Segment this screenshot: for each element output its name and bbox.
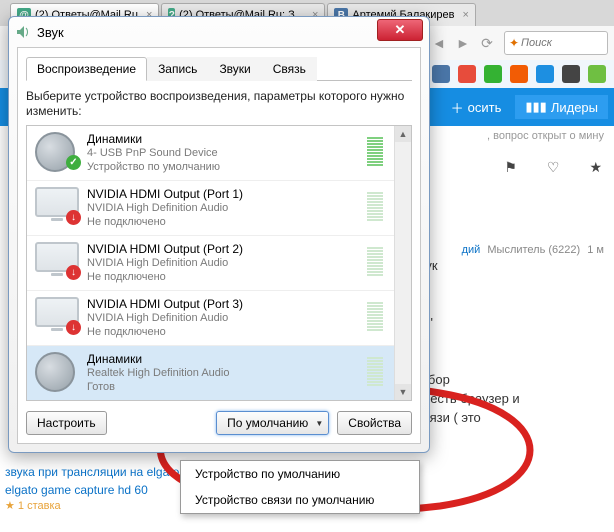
device-driver: NVIDIA High Definition Audio: [87, 201, 243, 215]
device-name: NVIDIA HDMI Output (Port 2): [87, 242, 243, 256]
like-heart-icon[interactable]: ♡: [547, 158, 560, 177]
dialog-hint: Выберите устройство воспроизведения, пар…: [26, 89, 412, 119]
dropdown-item[interactable]: Устройство связи по умолчанию: [181, 487, 419, 513]
speaker-icon: ✓: [35, 132, 79, 168]
device-status: Устройство по умолчанию: [87, 160, 220, 174]
leaders-button[interactable]: ▮▮▮ Лидеры: [515, 95, 608, 119]
device-name: Динамики: [87, 352, 229, 366]
device-status: Готов: [87, 380, 229, 394]
speaker-icon: [35, 352, 79, 388]
device-name: NVIDIA HDMI Output (Port 1): [87, 187, 243, 201]
answerer-rank: Мыслитель: [487, 244, 545, 256]
dialog-tab[interactable]: Запись: [147, 57, 208, 81]
level-meter-icon: [367, 297, 383, 331]
answerer-score: (6222): [548, 244, 580, 256]
bookmark-flag-icon[interactable]: ⚑: [504, 158, 517, 177]
leaders-label: Лидеры: [551, 100, 598, 115]
device-driver: 4- USB PnP Sound Device: [87, 146, 220, 160]
answerer-link[interactable]: дий: [462, 244, 481, 256]
speaker-icon: [15, 24, 31, 40]
ask-label: осить: [468, 100, 502, 115]
tab-close-icon[interactable]: ×: [462, 9, 468, 21]
properties-button[interactable]: Свойства: [337, 411, 412, 435]
device-list[interactable]: ✓ Динамики 4- USB PnP Sound Device Устро…: [26, 125, 412, 401]
device-item[interactable]: ↓ NVIDIA HDMI Output (Port 3) NVIDIA Hig…: [27, 291, 411, 346]
configure-button[interactable]: Настроить: [26, 411, 107, 435]
bookmark-icon[interactable]: [588, 65, 606, 83]
device-driver: Realtek High Definition Audio: [87, 366, 229, 380]
default-dropdown-menu: Устройство по умолчаниюУстройство связи …: [180, 460, 420, 514]
dialog-tab[interactable]: Связь: [262, 57, 317, 81]
dialog-titlebar[interactable]: Звук ✕: [9, 17, 429, 47]
bookmark-icon[interactable]: [432, 65, 450, 83]
level-meter-icon: [367, 187, 383, 221]
bookmark-icon[interactable]: [562, 65, 580, 83]
device-name: Динамики: [87, 132, 220, 146]
search-icon: ✦: [509, 36, 519, 50]
device-driver: NVIDIA High Definition Audio: [87, 311, 243, 325]
answer-meta: дий Мыслитель (6222) 1 м: [462, 244, 604, 256]
monitor-icon: ↓: [35, 242, 79, 278]
dropdown-item[interactable]: Устройство по умолчанию: [181, 461, 419, 487]
device-item[interactable]: ↓ NVIDIA HDMI Output (Port 2) NVIDIA Hig…: [27, 236, 411, 291]
scroll-down-icon[interactable]: ▼: [395, 384, 411, 400]
dialog-tab[interactable]: Звуки: [208, 57, 261, 81]
dialog-title: Звук: [37, 25, 64, 40]
device-status: Не подключено: [87, 325, 243, 339]
monitor-icon: ↓: [35, 187, 79, 223]
sound-dialog: Звук ✕ ВоспроизведениеЗаписьЗвукиСвязь В…: [8, 16, 430, 453]
device-item[interactable]: ↓ NVIDIA HDMI Output (Port 1) NVIDIA Hig…: [27, 181, 411, 236]
device-status: Не подключено: [87, 215, 243, 229]
device-item[interactable]: Динамики Realtek High Definition Audio Г…: [27, 346, 411, 401]
browser-search[interactable]: ✦: [504, 31, 608, 55]
bookmark-icon[interactable]: [458, 65, 476, 83]
level-meter-icon: [367, 132, 383, 166]
nav-back-button[interactable]: ◄: [428, 32, 450, 54]
level-meter-icon: [367, 242, 383, 276]
search-input[interactable]: [519, 36, 603, 50]
ask-button[interactable]: ＋ осить: [441, 94, 512, 121]
chart-icon: ▮▮▮: [525, 99, 546, 115]
set-default-button[interactable]: По умолчанию: [216, 411, 329, 435]
device-item[interactable]: ✓ Динамики 4- USB PnP Sound Device Устро…: [27, 126, 411, 181]
reload-button[interactable]: ⟳: [476, 32, 498, 54]
scrollbar[interactable]: ▲ ▼: [394, 126, 411, 400]
question-status: , вопрос открыт о мину: [487, 130, 604, 142]
dialog-tabs: ВоспроизведениеЗаписьЗвукиСвязь: [26, 56, 412, 81]
plus-icon: ＋: [451, 98, 464, 117]
device-status: Не подключено: [87, 270, 243, 284]
answerer-time: 1 м: [587, 244, 604, 256]
dialog-tab[interactable]: Воспроизведение: [26, 57, 147, 81]
scroll-up-icon[interactable]: ▲: [395, 126, 411, 142]
star-icon[interactable]: ★: [589, 158, 602, 177]
bookmark-icon[interactable]: [484, 65, 502, 83]
nav-forward-button[interactable]: ►: [452, 32, 474, 54]
bookmark-icon[interactable]: [510, 65, 528, 83]
level-meter-icon: [367, 352, 383, 386]
close-button[interactable]: ✕: [377, 19, 423, 41]
bookmark-icon[interactable]: [536, 65, 554, 83]
device-name: NVIDIA HDMI Output (Port 3): [87, 297, 243, 311]
device-driver: NVIDIA High Definition Audio: [87, 256, 243, 270]
monitor-icon: ↓: [35, 297, 79, 333]
